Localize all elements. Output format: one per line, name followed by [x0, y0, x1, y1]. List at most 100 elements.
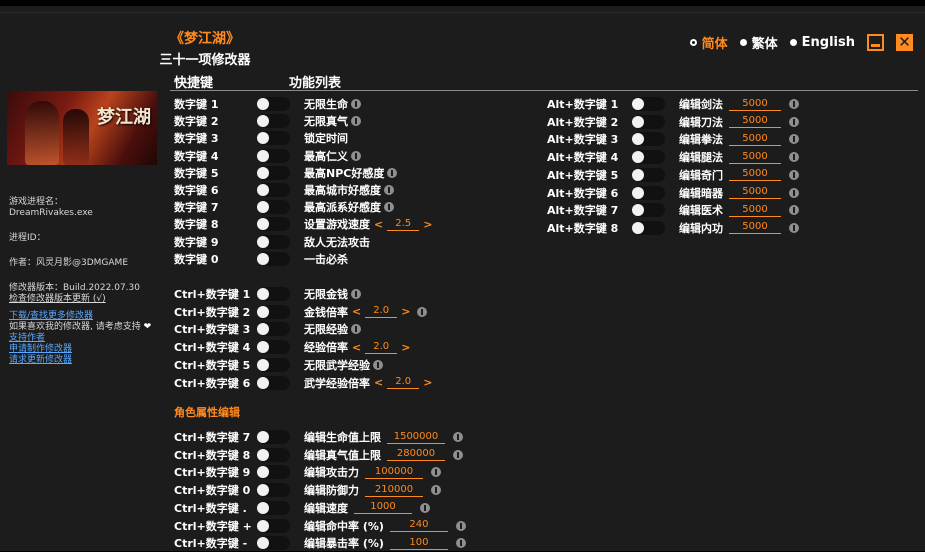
feature-toggle[interactable]: [257, 183, 290, 197]
value-input[interactable]: 5000: [729, 168, 781, 182]
info-icon[interactable]: [417, 306, 428, 317]
feature-toggle[interactable]: [257, 114, 290, 129]
feature-toggle[interactable]: [632, 97, 665, 111]
stepper-value[interactable]: 2.5: [387, 218, 420, 231]
info-icon[interactable]: [351, 99, 361, 109]
feature-toggle[interactable]: [257, 340, 290, 355]
feature-toggle[interactable]: [257, 447, 290, 462]
feature-toggle[interactable]: [632, 114, 665, 129]
info-icon[interactable]: [351, 289, 361, 299]
feature-toggle[interactable]: [257, 251, 290, 266]
feature-toggle[interactable]: [257, 287, 290, 301]
info-icon[interactable]: [387, 167, 398, 178]
value-input[interactable]: 5000: [729, 133, 781, 146]
close-button[interactable]: ✕: [896, 33, 913, 51]
download-link[interactable]: 下载/查找更多修改器: [9, 311, 169, 322]
info-icon[interactable]: [351, 324, 361, 335]
feature-toggle[interactable]: [257, 430, 290, 444]
value-input[interactable]: 280000: [387, 448, 445, 462]
decrease-arrow-icon[interactable]: <: [374, 218, 383, 231]
info-icon[interactable]: [431, 467, 441, 478]
stepper-value[interactable]: 2.0: [365, 341, 398, 354]
check-update-link[interactable]: 检查修改器版本更新 (√): [9, 294, 169, 305]
feature-toggle[interactable]: [257, 165, 290, 180]
feature-toggle[interactable]: [257, 304, 290, 319]
value-input[interactable]: 5000: [729, 221, 781, 235]
request-update-link[interactable]: 请求更新修改器: [9, 355, 169, 366]
feature-label: 编辑刀法: [679, 115, 723, 129]
lang-traditional[interactable]: 繁体: [739, 33, 778, 52]
stepper-value[interactable]: 2.0: [387, 376, 420, 389]
feature-toggle[interactable]: [257, 465, 290, 480]
feature-toggle[interactable]: [257, 375, 290, 390]
info-icon[interactable]: [455, 538, 466, 549]
info-icon[interactable]: [789, 187, 799, 198]
info-icon[interactable]: [789, 169, 799, 180]
feature-toggle[interactable]: [257, 322, 290, 337]
feature-toggle[interactable]: [632, 220, 665, 235]
feature-toggle[interactable]: [257, 357, 290, 372]
request-make-link[interactable]: 申请制作修改器: [9, 344, 169, 355]
minimize-button[interactable]: [867, 34, 884, 51]
feature-row: Alt+数字键 4 编辑腿法 5000: [547, 148, 799, 166]
info-icon[interactable]: [351, 150, 361, 161]
feature-toggle[interactable]: [257, 131, 290, 146]
feature-toggle[interactable]: [257, 483, 290, 498]
info-icon[interactable]: [431, 485, 441, 496]
feature-toggle[interactable]: [257, 217, 290, 232]
stepper-value[interactable]: 2.0: [365, 305, 398, 319]
feature-toggle[interactable]: [257, 518, 290, 533]
value-input[interactable]: 100: [389, 537, 448, 550]
feature-toggle[interactable]: [257, 234, 290, 249]
value-input[interactable]: 1000: [354, 501, 412, 515]
feature-toggle[interactable]: [632, 132, 665, 147]
decrease-arrow-icon[interactable]: <: [374, 376, 383, 389]
value-input[interactable]: 5000: [729, 115, 781, 129]
feature-label: 编辑医术: [679, 204, 723, 218]
support-author-link[interactable]: 支持作者: [9, 333, 169, 344]
pid-label: 进程ID：: [9, 233, 46, 243]
info-icon[interactable]: [789, 205, 799, 216]
feature-toggle[interactable]: [632, 203, 665, 218]
decrease-arrow-icon[interactable]: <: [352, 341, 361, 354]
feature-label: 武学经验倍率: [304, 376, 370, 390]
value-input[interactable]: 5000: [729, 186, 781, 199]
trainer-window: 《梦江湖》 三十一项修改器 简体 繁体 English ✕ 快捷键 功能列表 梦…: [0, 0, 925, 551]
increase-arrow-icon[interactable]: >: [423, 376, 432, 389]
increase-arrow-icon[interactable]: >: [401, 305, 410, 318]
info-icon[interactable]: [351, 116, 361, 127]
info-icon[interactable]: [384, 202, 394, 213]
info-icon[interactable]: [789, 134, 799, 145]
lang-simplified[interactable]: 简体: [689, 33, 728, 52]
feature-toggle[interactable]: [632, 185, 665, 200]
value-input[interactable]: 240: [389, 519, 448, 532]
feature-toggle[interactable]: [257, 200, 290, 215]
info-icon[interactable]: [453, 432, 463, 442]
value-input[interactable]: 1500000: [387, 431, 445, 444]
info-icon[interactable]: [789, 222, 799, 233]
value-input[interactable]: 100000: [365, 466, 423, 479]
value-input[interactable]: 5000: [729, 204, 781, 217]
info-icon[interactable]: [453, 449, 463, 460]
feature-toggle[interactable]: [257, 97, 290, 111]
value-input[interactable]: 5000: [729, 151, 781, 164]
info-icon[interactable]: [789, 152, 799, 163]
value-input[interactable]: 210000: [365, 484, 423, 497]
feature-toggle[interactable]: [632, 167, 665, 182]
decrease-arrow-icon[interactable]: <: [352, 305, 361, 318]
info-icon[interactable]: [373, 359, 383, 370]
lang-english[interactable]: English: [789, 35, 855, 50]
info-icon[interactable]: [789, 99, 799, 109]
value-input[interactable]: 5000: [729, 98, 781, 111]
info-icon[interactable]: [789, 116, 799, 127]
info-icon[interactable]: [455, 520, 466, 531]
increase-arrow-icon[interactable]: >: [423, 218, 432, 231]
feature-toggle[interactable]: [257, 536, 290, 551]
process-label: 游戏进程名：: [9, 197, 64, 207]
increase-arrow-icon[interactable]: >: [401, 341, 410, 354]
info-icon[interactable]: [384, 185, 394, 195]
info-icon[interactable]: [420, 502, 430, 513]
feature-toggle[interactable]: [257, 500, 290, 515]
feature-toggle[interactable]: [257, 148, 290, 163]
feature-toggle[interactable]: [632, 150, 665, 165]
